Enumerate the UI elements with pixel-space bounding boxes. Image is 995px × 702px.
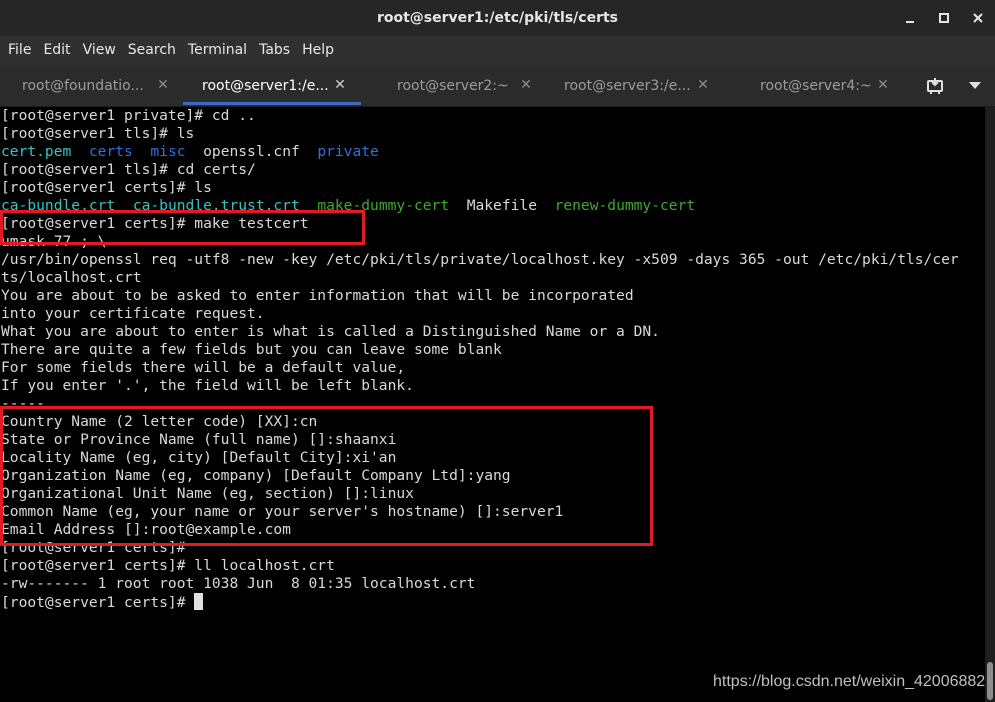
menu-tabs[interactable]: Tabs: [253, 36, 296, 65]
close-icon[interactable]: ✕: [694, 76, 712, 94]
highlight-box-dn-fields: [0, 406, 653, 546]
tab-server3[interactable]: root@server3:/e... ✕: [564, 65, 712, 107]
terminal-line: [root@server1 private]# cd ..: [1, 107, 256, 125]
terminal-line: ts/localhost.crt: [1, 269, 142, 287]
terminal-scrollbar[interactable]: [985, 107, 995, 702]
terminal-text: If you enter '.', the field will be left…: [1, 377, 414, 394]
maximize-icon[interactable]: [927, 0, 961, 36]
terminal-text: You are about to be asked to enter infor…: [1, 287, 634, 304]
chevron-down-icon[interactable]: [955, 65, 995, 107]
terminal-line: [root@server1 certs]#: [1, 593, 204, 611]
minimize-icon[interactable]: [893, 0, 927, 36]
terminal-line: [root@server1 certs]# ll localhost.crt: [1, 557, 335, 575]
menu-edit[interactable]: Edit: [37, 36, 76, 65]
ls-entry: misc: [150, 143, 186, 160]
terminal-line: There are quite a few fields but you can…: [1, 341, 502, 359]
terminal-text: [root@server1 certs]# ll localhost.crt: [1, 557, 335, 574]
menu-terminal[interactable]: Terminal: [182, 36, 253, 65]
scrollbar-thumb[interactable]: [987, 662, 993, 700]
terminal-text: Makefile: [449, 197, 555, 214]
terminal-line: /usr/bin/openssl req -utf8 -new -key /et…: [1, 251, 959, 269]
terminal-text: [root@server1 certs]# ls: [1, 179, 212, 196]
terminal-line: [root@server1 tls]# ls: [1, 125, 194, 143]
tab-actions: [915, 65, 995, 107]
tab-label: root@server2:~: [397, 78, 509, 94]
ls-entry: renew-dummy-cert: [554, 197, 696, 214]
terminal-text: [root@server1 certs]#: [1, 594, 195, 611]
ls-entry: private: [317, 143, 379, 160]
terminal-text: ts/localhost.crt: [1, 269, 142, 286]
tab-label: root@server3:/e...: [564, 78, 691, 94]
terminal-line: [root@server1 tls]# cd certs/: [1, 161, 256, 179]
terminal-text: [root@server1 tls]# ls: [1, 125, 195, 142]
close-icon[interactable]: ✕: [517, 76, 535, 94]
terminal-text: There are quite a few fields but you can…: [1, 341, 502, 358]
tab-bar: root@foundatio... ✕ root@server1:/e... ✕…: [0, 65, 995, 107]
title-bar: root@server1:/etc/pki/tls/certs: [0, 0, 995, 36]
watermark-text: https://blog.csdn.net/weixin_42006882: [713, 673, 986, 690]
terminal-line: into your certificate request.: [1, 305, 265, 323]
terminal-text: openssl.cnf: [185, 143, 318, 160]
terminal-text: /usr/bin/openssl req -utf8 -new -key /et…: [1, 251, 959, 268]
terminal-text: into your certificate request.: [1, 305, 265, 322]
highlight-box-command: [0, 210, 365, 245]
close-icon[interactable]: ✕: [154, 76, 172, 94]
terminal-line: cert.pem certs misc openssl.cnf private: [1, 143, 379, 161]
tab-foundation[interactable]: root@foundatio... ✕: [22, 65, 172, 107]
close-icon[interactable]: ✕: [331, 76, 349, 94]
terminal-line: [root@server1 certs]# ls: [1, 179, 212, 197]
ls-entry: cert.pem: [1, 143, 72, 160]
window-controls: [893, 0, 995, 36]
terminal-text: [root@server1 tls]# cd certs/: [1, 161, 256, 178]
terminal-output[interactable]: [root@server1 private]# cd .. [root@serve…: [0, 107, 985, 702]
terminal-line: If you enter '.', the field will be left…: [1, 377, 414, 395]
tab-label: root@server1:/e...: [202, 78, 329, 94]
terminal-line: What you are about to enter is what is c…: [1, 323, 660, 341]
close-icon[interactable]: [961, 0, 995, 36]
menu-file[interactable]: File: [2, 36, 37, 65]
terminal-line: For some fields there will be a default …: [1, 359, 405, 377]
terminal-text: For some fields there will be a default …: [1, 359, 406, 376]
terminal-cursor: [194, 593, 204, 610]
new-tab-icon[interactable]: [915, 65, 955, 107]
terminal-line: You are about to be asked to enter infor…: [1, 287, 634, 305]
menu-search[interactable]: Search: [122, 36, 182, 65]
terminal-text: [root@server1 private]# cd ..: [1, 107, 256, 124]
menu-bar: File Edit View Search Terminal Tabs Help: [0, 36, 995, 65]
terminal-text: -rw------- 1 root root 1038 Jun 8 01:35 …: [1, 575, 476, 592]
terminal-line: -rw------- 1 root root 1038 Jun 8 01:35 …: [1, 575, 475, 593]
tab-server2[interactable]: root@server2:~ ✕: [397, 65, 535, 107]
window-title: root@server1:/etc/pki/tls/certs: [376, 10, 619, 26]
menu-help[interactable]: Help: [296, 36, 340, 65]
ls-entry: certs: [88, 143, 133, 160]
terminal-text: What you are about to enter is what is c…: [1, 323, 660, 340]
tab-server1[interactable]: root@server1:/e... ✕: [183, 65, 361, 107]
tab-server4[interactable]: root@server4:~ ✕: [760, 65, 892, 107]
tab-label: root@foundatio...: [22, 78, 144, 94]
menu-view[interactable]: View: [77, 36, 122, 65]
close-icon[interactable]: ✕: [874, 76, 892, 94]
tab-label: root@server4:~: [760, 78, 872, 94]
